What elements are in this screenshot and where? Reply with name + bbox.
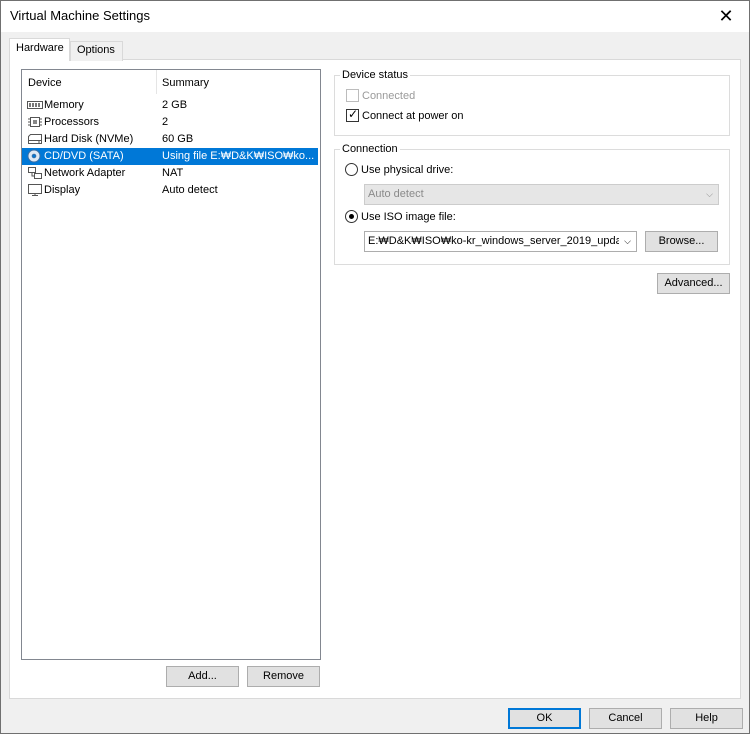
radio-selected-dot [349, 214, 354, 219]
device-name: Hard Disk (NVMe) [44, 133, 134, 145]
connected-label: Connected [362, 90, 416, 102]
device-row-memory[interactable]: Memory 2 GB [22, 97, 320, 114]
close-button[interactable]: ✕ [703, 1, 749, 32]
column-header-device[interactable]: Device [28, 77, 62, 89]
device-name: Processors [44, 116, 100, 128]
help-button[interactable]: Help [670, 708, 743, 729]
iso-image-path-combo[interactable]: E:₩D&K₩ISO₩ko-kr_windows_server_2019_upd… [364, 231, 637, 252]
tab-options[interactable]: Options [70, 41, 123, 61]
device-summary: 2 [162, 116, 169, 128]
device-name: Network Adapter [44, 167, 126, 179]
device-row-cd-dvd[interactable]: CD/DVD (SATA) Using file E:₩D&K₩ISO₩ko..… [22, 148, 318, 165]
device-row-processors[interactable]: Processors 2 [22, 114, 320, 131]
device-status-group [334, 75, 730, 136]
iso-image-path-value: E:₩D&K₩ISO₩ko-kr_windows_server_2019_upd… [368, 235, 620, 247]
use-iso-image-label: Use ISO image file: [361, 211, 456, 223]
use-physical-drive-radio[interactable] [345, 163, 358, 176]
device-name: Memory [44, 99, 84, 111]
display-icon [28, 184, 42, 196]
checkmark-icon: ✓ [348, 107, 359, 121]
device-row-hard-disk[interactable]: Hard Disk (NVMe) 60 GB [22, 131, 320, 148]
cd-dvd-icon [27, 149, 41, 163]
device-name: Display [44, 184, 81, 196]
use-physical-drive-label: Use physical drive: [361, 164, 454, 176]
processor-icon [28, 117, 42, 127]
device-row-display[interactable]: Display Auto detect [22, 182, 320, 199]
memory-icon [27, 101, 43, 109]
window-title: Virtual Machine Settings [10, 8, 150, 23]
cancel-button[interactable]: Cancel [589, 708, 662, 729]
browse-button[interactable]: Browse... [645, 231, 718, 252]
advanced-button[interactable]: Advanced... [657, 273, 730, 294]
connected-checkbox[interactable] [346, 89, 359, 102]
device-summary: Using file E:₩D&K₩ISO₩ko... [162, 150, 315, 162]
device-list[interactable]: Device Summary Memory 2 GB Processors 2 … [21, 69, 321, 660]
close-icon: ✕ [718, 6, 734, 26]
column-header-summary[interactable]: Summary [162, 77, 209, 89]
network-adapter-icon [28, 167, 42, 179]
device-summary: 60 GB [162, 133, 194, 145]
physical-drive-value: Auto detect [368, 188, 424, 200]
tab-hardware[interactable]: Hardware [9, 38, 70, 61]
chevron-down-icon[interactable]: ⌵ [619, 232, 636, 251]
device-name: CD/DVD (SATA) [44, 150, 124, 162]
title-bar: Virtual Machine Settings ✕ [1, 1, 749, 32]
device-summary: 2 GB [162, 99, 188, 111]
remove-device-button[interactable]: Remove [247, 666, 320, 687]
add-device-button[interactable]: Add... [166, 666, 239, 687]
device-rows: Memory 2 GB Processors 2 Hard Disk (NVMe… [22, 97, 320, 199]
ok-button[interactable]: OK [508, 708, 581, 729]
device-row-network-adapter[interactable]: Network Adapter NAT [22, 165, 320, 182]
device-status-label: Device status [340, 69, 411, 81]
column-divider[interactable] [156, 70, 157, 94]
chevron-down-icon: ⌵ [701, 185, 718, 204]
device-summary: NAT [162, 167, 184, 179]
connect-at-power-on-label: Connect at power on [362, 110, 464, 122]
connection-label: Connection [340, 143, 400, 155]
device-summary: Auto detect [162, 184, 218, 196]
physical-drive-select[interactable]: Auto detect ⌵ [364, 184, 719, 205]
virtual-machine-settings-dialog: Virtual Machine Settings ✕ Hardware Opti… [0, 0, 750, 734]
connect-at-power-on-checkbox[interactable]: ✓ [346, 107, 359, 122]
device-list-header: Device Summary [22, 70, 320, 96]
hard-disk-icon [28, 134, 42, 144]
use-iso-image-radio[interactable] [345, 210, 358, 223]
